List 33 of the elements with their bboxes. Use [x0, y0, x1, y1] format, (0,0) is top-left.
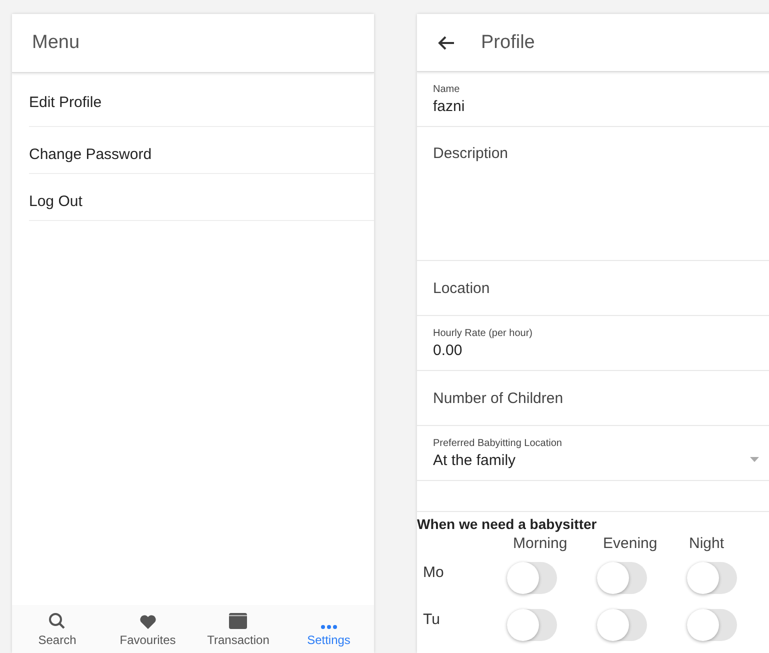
schedule-heading: When we need a babysitter — [417, 516, 598, 532]
input-field[interactable]: Hourly Rate (per hour) 0.00 — [417, 316, 769, 371]
day-label: Tu — [422, 610, 441, 630]
input-field[interactable]: Name fazni — [417, 72, 769, 127]
column-header: Night — [689, 535, 724, 552]
input-field[interactable]: Number of Children — [417, 371, 769, 426]
toggle-switch[interactable] — [507, 608, 557, 640]
column-header: Evening — [603, 535, 658, 552]
card-icon — [228, 612, 248, 630]
day-label: Mo — [422, 563, 445, 583]
toggle-switch[interactable] — [507, 562, 557, 594]
location-select[interactable]: Preferred Babyitting Location At the family — [417, 426, 769, 481]
toggle-switch[interactable] — [687, 608, 737, 640]
heart-icon — [138, 614, 157, 630]
toggle-switch[interactable] — [597, 608, 647, 640]
tab[interactable]: Search — [12, 605, 102, 653]
toggle-switch[interactable] — [687, 562, 737, 594]
back-arrow-icon[interactable] — [437, 34, 455, 50]
tab[interactable]: Transaction — [193, 605, 284, 653]
menu-item[interactable]: Change Password — [29, 127, 374, 174]
description-field[interactable]: Description — [417, 127, 769, 261]
menu-item[interactable]: Log Out — [29, 174, 374, 221]
tab[interactable]: Favourites — [102, 605, 193, 653]
input-field[interactable]: Location — [417, 261, 769, 316]
tab[interactable]: Settings — [284, 605, 374, 653]
column-header: Morning — [513, 535, 568, 552]
menu-title: Menu — [32, 32, 80, 54]
caret-icon — [750, 456, 759, 462]
search-icon — [48, 612, 66, 630]
more-icon — [320, 624, 338, 630]
menu-item[interactable]: Edit Profile — [29, 73, 374, 127]
profile-title: Profile — [481, 32, 535, 54]
toggle-switch[interactable] — [597, 562, 647, 594]
